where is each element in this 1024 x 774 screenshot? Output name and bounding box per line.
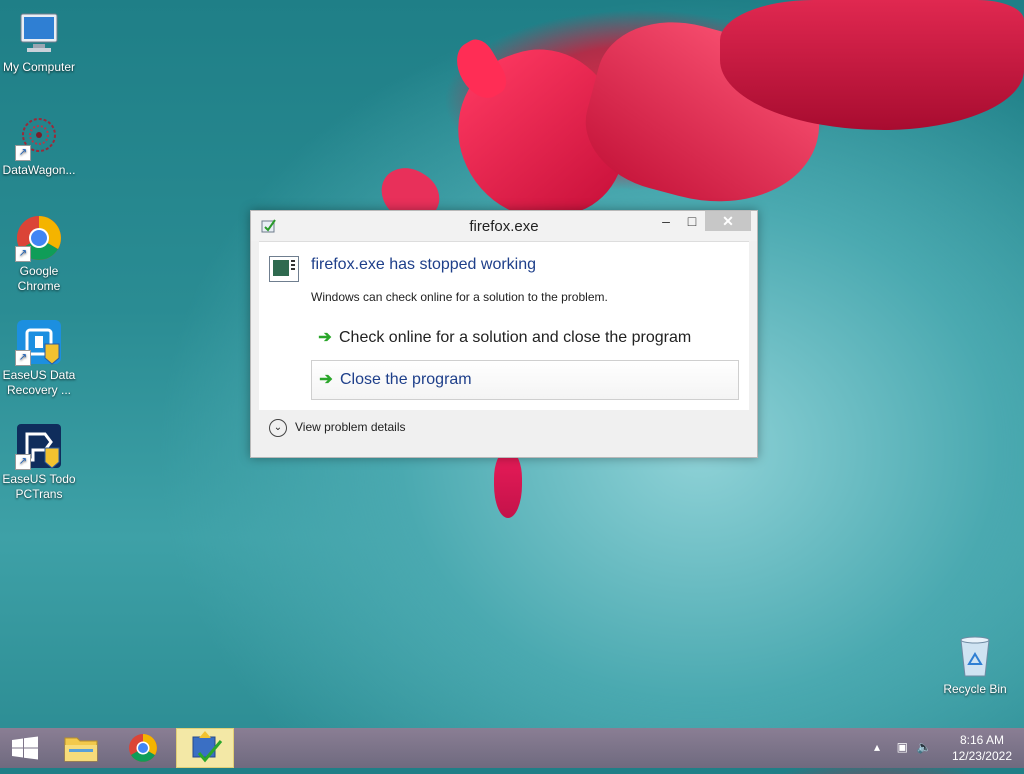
shortcut-arrow-icon: ↗ <box>15 246 31 262</box>
maximize-button[interactable]: □ <box>679 211 705 231</box>
program-window-icon <box>269 256 299 282</box>
desktop-icon-recycle-bin[interactable]: Recycle Bin <box>937 632 1013 697</box>
taskbar: ▴ ▣ 🔈 8:16 AM 12/23/2022 <box>0 728 1024 768</box>
desktop-icon-my-computer[interactable]: My Computer <box>1 10 77 75</box>
option-label: Check online for a solution and close th… <box>339 329 692 346</box>
details-label: View problem details <box>295 420 406 435</box>
close-button[interactable]: ✕ <box>705 211 751 231</box>
clock-time: 8:16 AM <box>959 733 1004 747</box>
easeus-pctrans-icon: ↗ <box>15 422 63 470</box>
desktop-icon-label: EaseUS Data Recovery ... <box>2 368 76 397</box>
warning-check-icon <box>192 731 223 763</box>
shortcut-arrow-icon: ↗ <box>15 145 31 161</box>
show-hidden-icons-icon[interactable]: ▴ <box>874 740 888 754</box>
windows-logo-icon <box>12 736 38 760</box>
network-icon[interactable]: ▣ <box>891 740 913 754</box>
error-heading: firefox.exe has stopped working <box>311 256 537 273</box>
taskbar-file-explorer[interactable] <box>52 728 110 768</box>
dialog-titlebar[interactable]: firefox.exe – □ ✕ <box>251 211 757 241</box>
folder-icon <box>64 737 98 762</box>
desktop-icon-label: Recycle Bin <box>943 682 1007 696</box>
chrome-icon <box>129 734 157 762</box>
shortcut-arrow-icon: ↗ <box>15 350 31 366</box>
chevron-down-icon: ⌄ <box>269 419 287 437</box>
easeus-data-recovery-icon: ↗ <box>15 318 63 366</box>
view-problem-details-toggle[interactable]: ⌄ View problem details <box>269 419 406 437</box>
dialog-content: firefox.exe has stopped working Windows … <box>259 241 749 410</box>
system-tray: ▴ ▣ 🔈 <box>874 740 937 754</box>
start-button[interactable] <box>0 728 58 768</box>
desktop-icon-label: My Computer <box>2 60 76 74</box>
taskbar-error-reporting[interactable] <box>176 728 234 768</box>
volume-icon[interactable]: 🔈 <box>917 740 937 754</box>
recycle-bin-icon <box>951 632 999 680</box>
wallpaper-petal <box>494 452 522 518</box>
green-arrow-icon: ➔ <box>319 371 333 388</box>
datawagon-icon: ↗ <box>15 113 63 161</box>
desktop-icon-label: EaseUS Todo PCTrans <box>2 472 76 501</box>
desktop-icon-google-chrome[interactable]: ↗ Google Chrome <box>1 214 77 294</box>
desktop-icon-easeus-todo-pctrans[interactable]: ↗ EaseUS Todo PCTrans <box>1 422 77 502</box>
computer-icon <box>15 10 63 58</box>
desktop-icon-datawagon[interactable]: ↗ DataWagon... <box>1 113 77 178</box>
desktop-icon-label: Google Chrome <box>17 264 61 293</box>
minimize-button[interactable]: – <box>653 211 679 231</box>
desktop-icon-easeus-data-recovery[interactable]: ↗ EaseUS Data Recovery ... <box>1 318 77 398</box>
option-label: Close the program <box>340 371 472 388</box>
chrome-icon: ↗ <box>15 214 63 262</box>
check-online-option[interactable]: ➔ Check online for a solution and close t… <box>311 319 737 357</box>
clock-date: 12/23/2022 <box>951 749 1012 763</box>
close-program-option[interactable]: ➔ Close the program <box>311 360 739 400</box>
clock[interactable]: 8:16 AM 12/23/2022 <box>952 732 1012 764</box>
error-dialog: firefox.exe – □ ✕ firefox.exe has stoppe… <box>250 210 758 458</box>
taskbar-chrome[interactable] <box>114 728 172 768</box>
desktop-icon-label: DataWagon... <box>2 163 76 177</box>
green-arrow-icon: ➔ <box>318 329 332 346</box>
error-subtext: Windows can check online for a solution … <box>311 290 608 304</box>
shortcut-arrow-icon: ↗ <box>15 454 31 470</box>
